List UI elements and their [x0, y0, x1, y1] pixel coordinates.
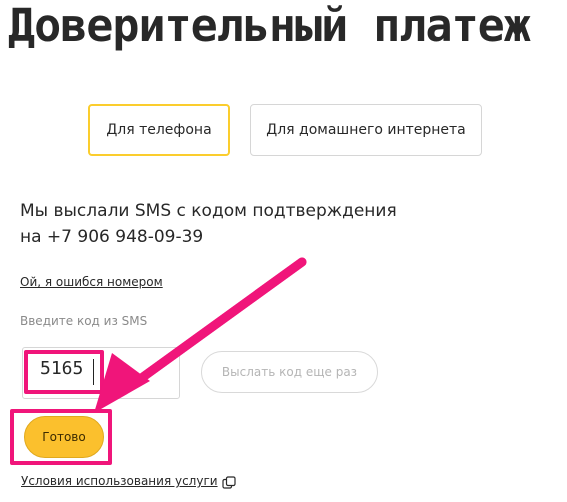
sms-notice-line2: на +7 906 948-09-39: [20, 227, 204, 247]
annotation-highlight-submit-button: [10, 409, 112, 465]
resend-code-button[interactable]: Выслать код еще раз: [201, 351, 378, 393]
sms-code-label: Введите код из SMS: [20, 314, 148, 328]
tab-home-internet-label: Для домашнего интернета: [266, 122, 466, 138]
annotation-highlight-code-input: [24, 350, 104, 394]
tab-phone-label: Для телефона: [106, 122, 212, 138]
copy-icon[interactable]: [222, 476, 236, 490]
sms-notice-line1: Мы выслали SMS с кодом подтверждения: [20, 201, 397, 221]
wrong-number-link[interactable]: Ой, я ошибся номером: [20, 275, 163, 289]
tab-home-internet[interactable]: Для домашнего интернета: [250, 104, 482, 156]
tab-phone[interactable]: Для телефона: [88, 104, 230, 156]
page-title: Доверительный платеж: [8, 0, 531, 52]
resend-code-label: Выслать код еще раз: [221, 365, 358, 379]
terms-link[interactable]: Условия использования услуги: [21, 474, 218, 488]
